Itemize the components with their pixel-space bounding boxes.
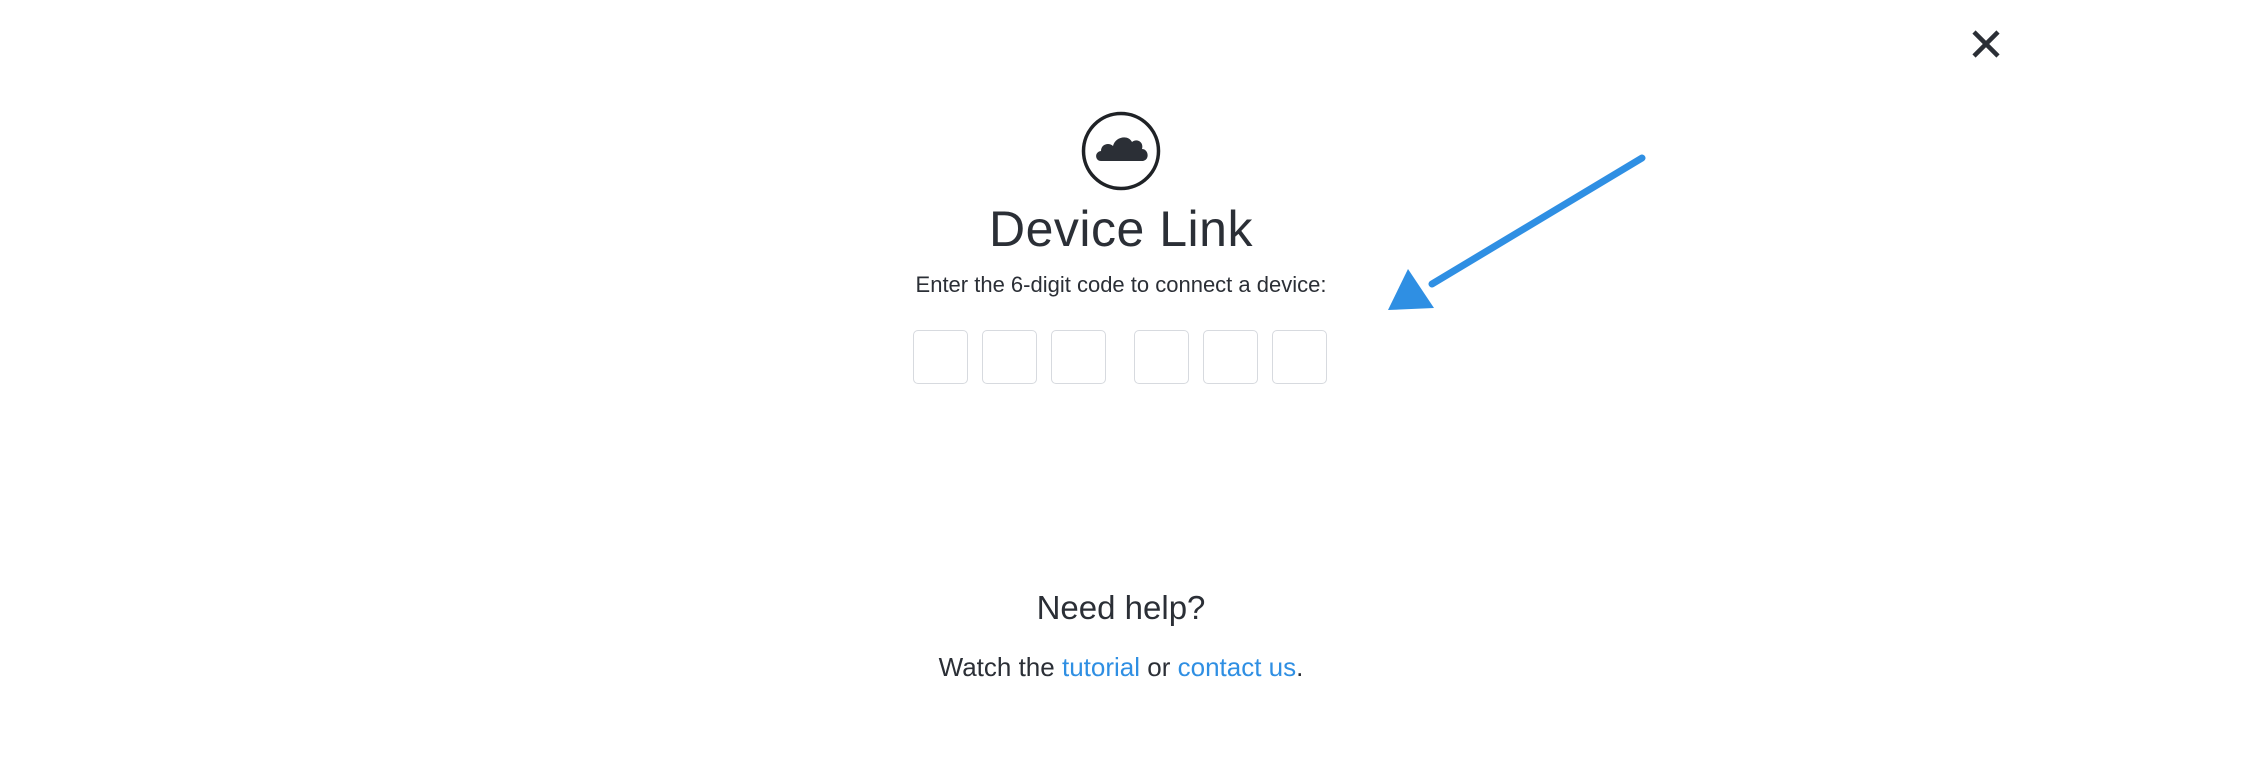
arrow-icon <box>1388 154 1646 310</box>
code-digit-3[interactable] <box>1051 330 1106 384</box>
help-prefix: Watch the <box>938 652 1055 682</box>
help-text: Watch the tutorial or contact us. <box>0 651 2242 683</box>
help-middle: or <box>1147 652 1171 682</box>
code-digit-2[interactable] <box>982 330 1037 384</box>
app-logo <box>1081 111 1161 191</box>
cloud-icon <box>1081 111 1161 191</box>
code-digit-1[interactable] <box>913 330 968 384</box>
code-digit-4[interactable] <box>1134 330 1189 384</box>
page-title: Device Link <box>989 201 1253 257</box>
help-heading: Need help? <box>1036 589 1206 626</box>
contact-us-link[interactable]: contact us <box>1178 652 1297 682</box>
help-suffix: . <box>1296 652 1304 682</box>
code-digit-6[interactable] <box>1272 330 1327 384</box>
code-digit-5[interactable] <box>1203 330 1258 384</box>
tutorial-link[interactable]: tutorial <box>1062 652 1140 682</box>
close-icon <box>1972 30 2000 58</box>
close-button[interactable] <box>1968 26 2004 62</box>
annotation-arrow <box>1380 150 1650 315</box>
instruction-text: Enter the 6-digit code to connect a devi… <box>915 272 1327 297</box>
